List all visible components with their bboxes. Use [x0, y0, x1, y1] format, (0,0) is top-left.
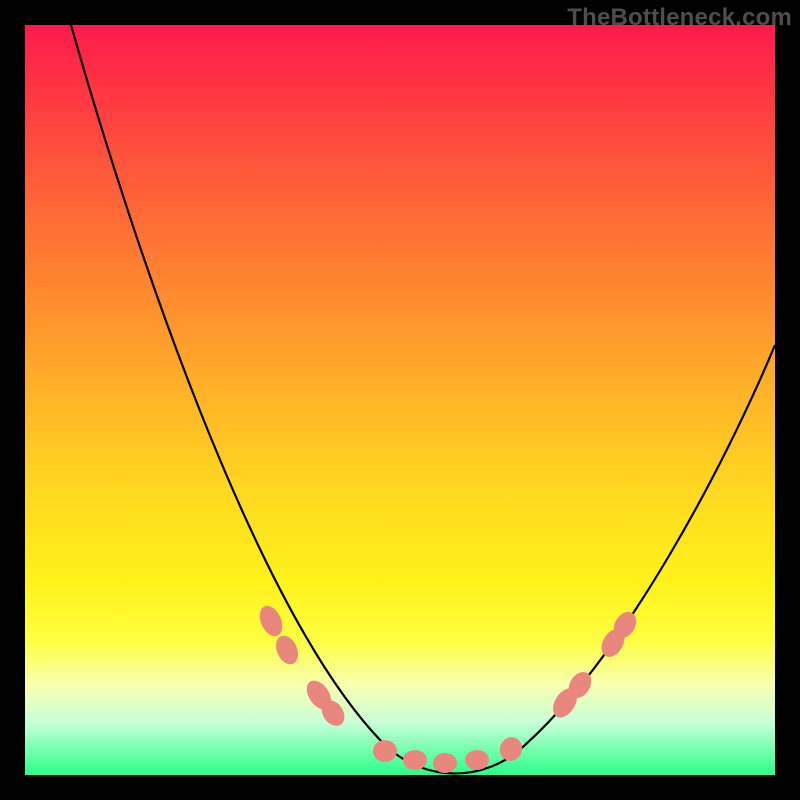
highlight-dot [465, 750, 489, 770]
highlight-dot [433, 753, 457, 773]
highlight-dot [255, 602, 286, 639]
highlight-dot [272, 632, 302, 668]
highlight-dot [373, 740, 397, 762]
highlight-dot [403, 750, 427, 770]
chart-plot-area [25, 25, 775, 775]
bottleneck-curve [71, 25, 775, 774]
highlight-dot [497, 734, 526, 764]
watermark-text: TheBottleneck.com [567, 4, 792, 32]
chart-svg [25, 25, 775, 775]
highlight-markers [255, 602, 640, 773]
